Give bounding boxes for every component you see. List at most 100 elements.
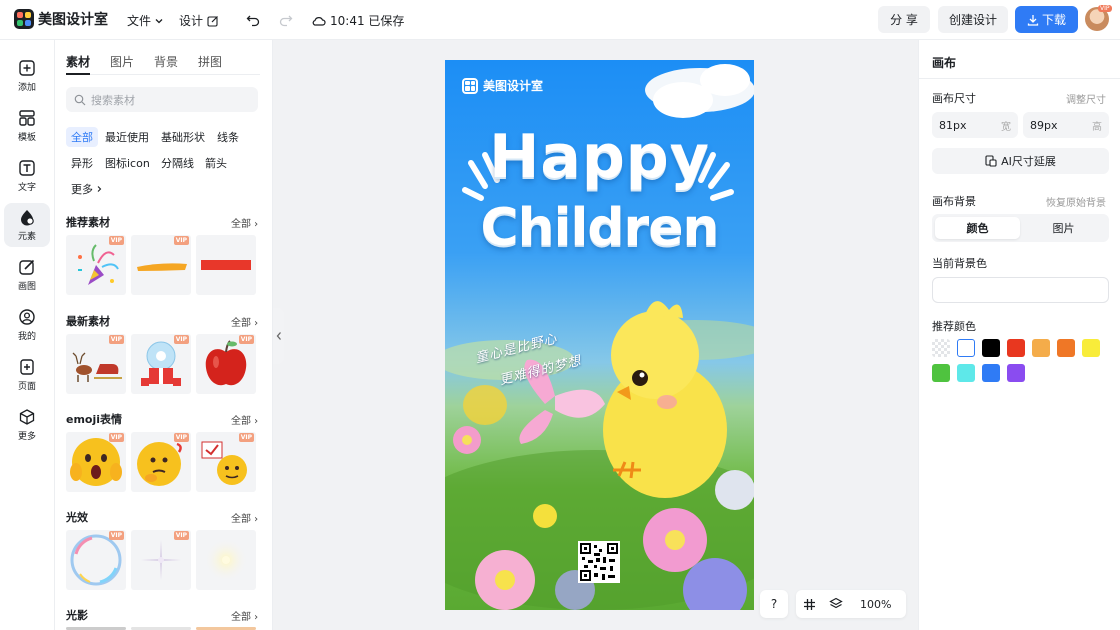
resize-link[interactable]: 调整尺寸	[1066, 91, 1106, 106]
nav-draw[interactable]: 画图	[4, 253, 50, 297]
section-light-shadow-all[interactable]: 全部 ›	[231, 608, 258, 623]
vip-badge: VIP	[238, 433, 254, 442]
height-field[interactable]: 89px 高	[1023, 112, 1109, 138]
zoom-level[interactable]: 100%	[860, 598, 891, 611]
color-swatch[interactable]	[932, 364, 950, 382]
qr-code-icon	[580, 543, 618, 581]
tab-backgrounds[interactable]: 背景	[154, 53, 178, 70]
canvas-settings-panel: 画布 画布尺寸 调整尺寸 81px 宽 89px 高 AI尺寸延展 画布背景 恢…	[918, 40, 1120, 630]
color-swatch[interactable]	[932, 339, 950, 357]
material-snow-globe-gift[interactable]: VIP	[131, 334, 191, 394]
grid-icon[interactable]	[803, 598, 816, 611]
nav-text[interactable]: 文字	[4, 154, 50, 198]
red-rectangle-icon	[201, 260, 251, 270]
vip-badge: VIP	[173, 335, 189, 344]
search-input[interactable]: 搜索素材	[66, 87, 258, 112]
design-menu[interactable]: 设计	[179, 12, 219, 29]
material-orange-brush[interactable]: VIP	[131, 235, 191, 295]
nav-page-label: 页面	[17, 382, 36, 392]
nav-elements[interactable]: 元素	[4, 203, 50, 247]
vip-badge: VIP	[108, 335, 124, 344]
current-bg-color-field[interactable]	[932, 277, 1109, 303]
section-recommended-title: 推荐素材	[66, 216, 110, 229]
material-glow[interactable]	[196, 530, 256, 590]
nav-more[interactable]: 更多	[4, 403, 50, 447]
nav-add[interactable]: 添加	[4, 54, 50, 98]
material-emoji-scared[interactable]: VIP	[66, 432, 126, 492]
section-light-shadow-title: 光影	[66, 609, 88, 622]
tab-images[interactable]: 图片	[110, 53, 134, 70]
material-emoji-thinking[interactable]: VIP	[131, 432, 191, 492]
help-button[interactable]: ?	[760, 590, 788, 618]
redo-icon[interactable]	[277, 11, 295, 29]
nav-page[interactable]: 页面	[4, 353, 50, 397]
download-button[interactable]: 下载	[1015, 6, 1078, 33]
material-reindeer-sleigh[interactable]: VIP	[66, 334, 126, 394]
color-swatch[interactable]	[957, 339, 975, 357]
color-swatch[interactable]	[982, 364, 1000, 382]
restore-bg-link[interactable]: 恢复原始背景	[1046, 194, 1106, 209]
bg-type-color[interactable]: 颜色	[935, 217, 1020, 239]
material-red-bar[interactable]	[196, 235, 256, 295]
material-sparkle[interactable]: VIP	[131, 530, 191, 590]
section-latest-all[interactable]: 全部 ›	[231, 314, 258, 329]
layers-icon[interactable]	[829, 597, 843, 611]
bg-type-image[interactable]: 图片	[1021, 217, 1106, 239]
color-swatch[interactable]	[1007, 339, 1025, 357]
undo-icon[interactable]	[244, 11, 262, 29]
material-bubble[interactable]: VIP	[66, 530, 126, 590]
color-swatch[interactable]	[1057, 339, 1075, 357]
tab-collage[interactable]: 拼图	[198, 53, 222, 70]
search-icon	[74, 94, 86, 105]
chip-lines[interactable]: 线条	[212, 127, 244, 147]
poster-qr-code	[578, 541, 620, 583]
color-swatch[interactable]	[982, 339, 1000, 357]
chevron-right-icon	[97, 186, 102, 192]
draw-icon	[19, 259, 35, 275]
color-swatch[interactable]	[1032, 339, 1050, 357]
ai-resize-button[interactable]: AI尺寸延展	[932, 148, 1109, 174]
create-design-button[interactable]: 创建设计	[938, 6, 1008, 33]
active-tab-underline	[66, 73, 90, 75]
logo-icon	[14, 9, 34, 29]
user-icon	[19, 309, 35, 325]
width-value: 81px	[939, 118, 967, 132]
height-value: 89px	[1030, 118, 1058, 132]
section-recommended-all[interactable]: 全部 ›	[231, 215, 258, 230]
material-party-popper[interactable]: VIP	[66, 235, 126, 295]
color-swatch[interactable]	[957, 364, 975, 382]
section-light-effects-all[interactable]: 全部 ›	[231, 510, 258, 525]
material-apple[interactable]: VIP	[196, 334, 256, 394]
app-logo[interactable]: 美图设计室	[14, 9, 108, 29]
collapse-panel-button[interactable]	[273, 308, 284, 364]
materials-panel: 素材 图片 背景 拼图 搜索素材 全部 最近使用 基础形状 线条 异形 图标ic…	[55, 40, 273, 630]
section-emoji-all[interactable]: 全部 ›	[231, 412, 258, 427]
color-swatch[interactable]	[1082, 339, 1100, 357]
chip-all[interactable]: 全部	[66, 127, 98, 147]
material-emoji-sign[interactable]: VIP	[196, 432, 256, 492]
download-label: 下载	[1041, 13, 1066, 27]
poster-canvas[interactable]: 美图设计室 Happy Children 童心是比野心 更难得的梦想	[445, 60, 754, 610]
canvas-bg-label: 画布背景	[932, 195, 976, 208]
chip-dividers[interactable]: 分隔线	[156, 153, 199, 173]
width-field[interactable]: 81px 宽	[932, 112, 1018, 138]
color-swatch[interactable]	[1007, 364, 1025, 382]
chip-arrows[interactable]: 箭头	[200, 153, 232, 173]
chip-basic-shapes[interactable]: 基础形状	[156, 127, 210, 147]
tab-materials[interactable]: 素材	[66, 53, 90, 70]
design-menu-label: 设计	[179, 14, 204, 28]
chip-more[interactable]: 更多	[66, 179, 108, 199]
nav-mine[interactable]: 我的	[4, 303, 50, 347]
save-status-text: 10:41 已保存	[330, 14, 405, 28]
search-placeholder: 搜索素材	[91, 93, 135, 107]
share-button[interactable]: 分 享	[878, 6, 930, 33]
file-menu[interactable]: 文件	[127, 12, 164, 29]
glow-icon	[204, 538, 248, 582]
chip-icons[interactable]: 图标icon	[100, 153, 155, 173]
chip-recent[interactable]: 最近使用	[100, 127, 154, 147]
nav-template[interactable]: 模板	[4, 104, 50, 148]
nav-text-label: 文字	[17, 183, 36, 193]
top-bar: 美图设计室 文件 设计 10:41 已保存 分 享 创建设计 下载 VIP	[0, 0, 1120, 40]
width-unit: 宽	[1001, 121, 1011, 133]
chip-irregular[interactable]: 异形	[66, 153, 98, 173]
